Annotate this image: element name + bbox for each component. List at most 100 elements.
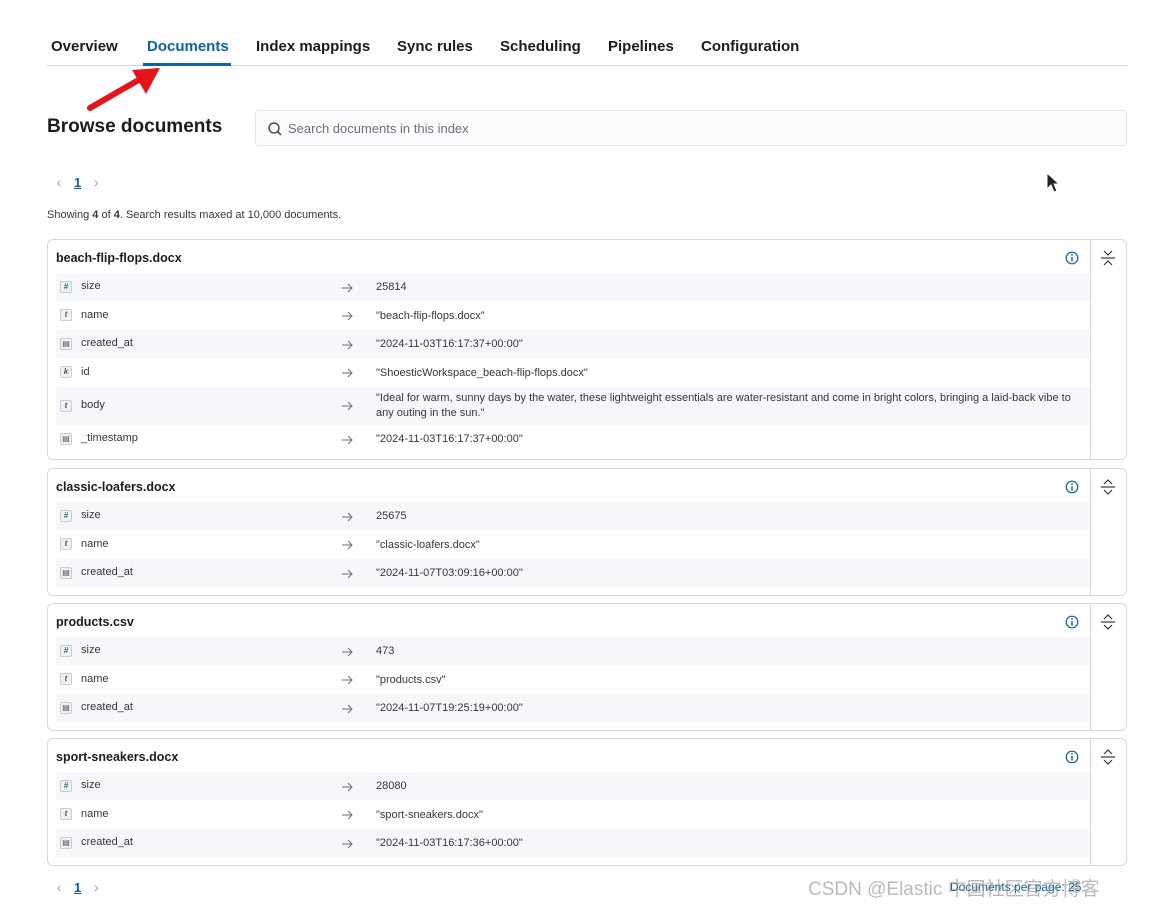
field-name: _timestamp <box>81 432 138 444</box>
arrow-right-icon <box>342 512 353 522</box>
field-name: size <box>81 280 101 292</box>
arrow-right-icon <box>342 569 353 579</box>
calendar-type-icon: ▤ <box>60 837 72 849</box>
field-row: t body "Ideal for warm, sunny days by th… <box>56 387 1090 425</box>
document-card: sport-sneakers.docx # size 28080 t name … <box>47 738 1127 866</box>
arrow-right-icon <box>342 401 353 411</box>
chevron-right-icon[interactable]: › <box>89 880 103 894</box>
expand-icon[interactable] <box>1100 749 1116 765</box>
chevron-right-icon[interactable]: › <box>89 175 103 189</box>
field-row: t name "classic-loafers.docx" <box>56 530 1090 559</box>
expand-icon[interactable] <box>1100 479 1116 495</box>
page-number-link[interactable]: 1 <box>74 175 81 190</box>
document-card: beach-flip-flops.docx # size 25814 t nam… <box>47 239 1127 460</box>
field-name: name <box>81 673 109 685</box>
info-icon[interactable] <box>1065 750 1079 764</box>
mouse-cursor-icon <box>1046 172 1061 193</box>
number-type-icon: # <box>60 645 72 657</box>
text-type-icon: t <box>60 808 72 820</box>
field-row: # size 25814 <box>56 274 1090 301</box>
arrow-right-icon <box>342 782 353 792</box>
page-number-link[interactable]: 1 <box>74 880 81 895</box>
chevron-left-icon[interactable]: ‹ <box>52 880 66 894</box>
arrow-right-icon <box>342 839 353 849</box>
field-value: "2024-11-03T16:17:37+00:00" <box>376 338 523 350</box>
field-value: "products.csv" <box>376 674 446 686</box>
field-name: created_at <box>81 337 133 349</box>
field-value: "2024-11-03T16:17:37+00:00" <box>376 433 523 445</box>
text-type-icon: t <box>60 309 72 321</box>
page-title: Browse documents <box>47 116 223 137</box>
field-name: created_at <box>81 701 133 713</box>
info-icon[interactable] <box>1065 251 1079 265</box>
pagination-top: ‹ 1 › <box>52 172 103 192</box>
number-type-icon: # <box>60 510 72 522</box>
keyword-type-icon: k <box>60 366 72 378</box>
pagination-bottom: ‹ 1 › <box>52 877 103 897</box>
field-value: "beach-flip-flops.docx" <box>376 310 485 322</box>
chevron-left-icon[interactable]: ‹ <box>52 175 66 189</box>
arrow-right-icon <box>342 340 353 350</box>
tab-sync-rules[interactable]: Sync rules <box>397 38 473 55</box>
tab-scheduling[interactable]: Scheduling <box>500 38 581 55</box>
text-type-icon: t <box>60 538 72 550</box>
card-divider <box>1090 469 1091 595</box>
document-title: classic-loafers.docx <box>56 480 176 494</box>
annotation-arrow-icon <box>87 68 160 111</box>
field-row: # size 473 <box>56 637 1090 665</box>
results-summary: Showing 4 of 4. Search results maxed at … <box>47 209 342 221</box>
document-title: products.csv <box>56 615 134 629</box>
field-name: name <box>81 808 109 820</box>
arrow-right-icon <box>342 704 353 714</box>
document-title: beach-flip-flops.docx <box>56 251 182 265</box>
document-card: classic-loafers.docx # size 25675 t name… <box>47 468 1127 596</box>
field-value: "ShoesticWorkspace_beach-flip-flops.docx… <box>376 367 588 379</box>
calendar-type-icon: ▤ <box>60 567 72 579</box>
tab-pipelines[interactable]: Pipelines <box>608 38 674 55</box>
tab-index-mappings[interactable]: Index mappings <box>256 38 370 55</box>
tab-overview[interactable]: Overview <box>51 38 118 55</box>
field-row: ▤ created_at "2024-11-07T03:09:16+00:00" <box>56 559 1090 587</box>
arrow-right-icon <box>342 647 353 657</box>
field-name: name <box>81 538 109 550</box>
field-value: 28080 <box>376 780 407 792</box>
arrow-right-icon <box>342 283 353 293</box>
field-value: 25675 <box>376 510 407 522</box>
field-value: "2024-11-03T16:17:36+00:00" <box>376 837 523 849</box>
calendar-type-icon: ▤ <box>60 338 72 350</box>
search-input[interactable] <box>288 111 1108 145</box>
field-value: "2024-11-07T03:09:16+00:00" <box>376 567 523 579</box>
arrow-right-icon <box>342 368 353 378</box>
collapse-icon[interactable] <box>1100 250 1116 266</box>
field-value: 25814 <box>376 281 407 293</box>
arrow-right-icon <box>342 675 353 685</box>
field-row: # size 28080 <box>56 772 1090 800</box>
field-value: "classic-loafers.docx" <box>376 539 480 551</box>
field-row: ▤ created_at "2024-11-03T16:17:37+00:00" <box>56 330 1090 358</box>
card-divider <box>1090 240 1091 459</box>
field-name: size <box>81 644 101 656</box>
text-type-icon: t <box>60 400 72 412</box>
watermark: CSDN @Elastic 中国社区官方博客 <box>808 879 1100 900</box>
field-name: created_at <box>81 566 133 578</box>
number-type-icon: # <box>60 780 72 792</box>
tab-documents[interactable]: Documents <box>147 38 229 55</box>
search-box[interactable] <box>255 110 1127 146</box>
field-value: "sport-sneakers.docx" <box>376 809 483 821</box>
expand-icon[interactable] <box>1100 614 1116 630</box>
arrow-right-icon <box>342 810 353 820</box>
field-name: id <box>81 366 90 378</box>
field-name: name <box>81 309 109 321</box>
field-name: size <box>81 779 101 791</box>
info-icon[interactable] <box>1065 615 1079 629</box>
field-row: ▤ _timestamp "2024-11-03T16:17:37+00:00" <box>56 425 1090 453</box>
arrow-right-icon <box>342 435 353 445</box>
calendar-type-icon: ▤ <box>60 433 72 445</box>
tab-configuration[interactable]: Configuration <box>701 38 799 55</box>
info-icon[interactable] <box>1065 480 1079 494</box>
field-name: created_at <box>81 836 133 848</box>
field-value: "Ideal for warm, sunny days by the water… <box>376 392 1071 419</box>
calendar-type-icon: ▤ <box>60 702 72 714</box>
search-icon <box>268 122 282 136</box>
field-row: k id "ShoesticWorkspace_beach-flip-flops… <box>56 358 1090 387</box>
